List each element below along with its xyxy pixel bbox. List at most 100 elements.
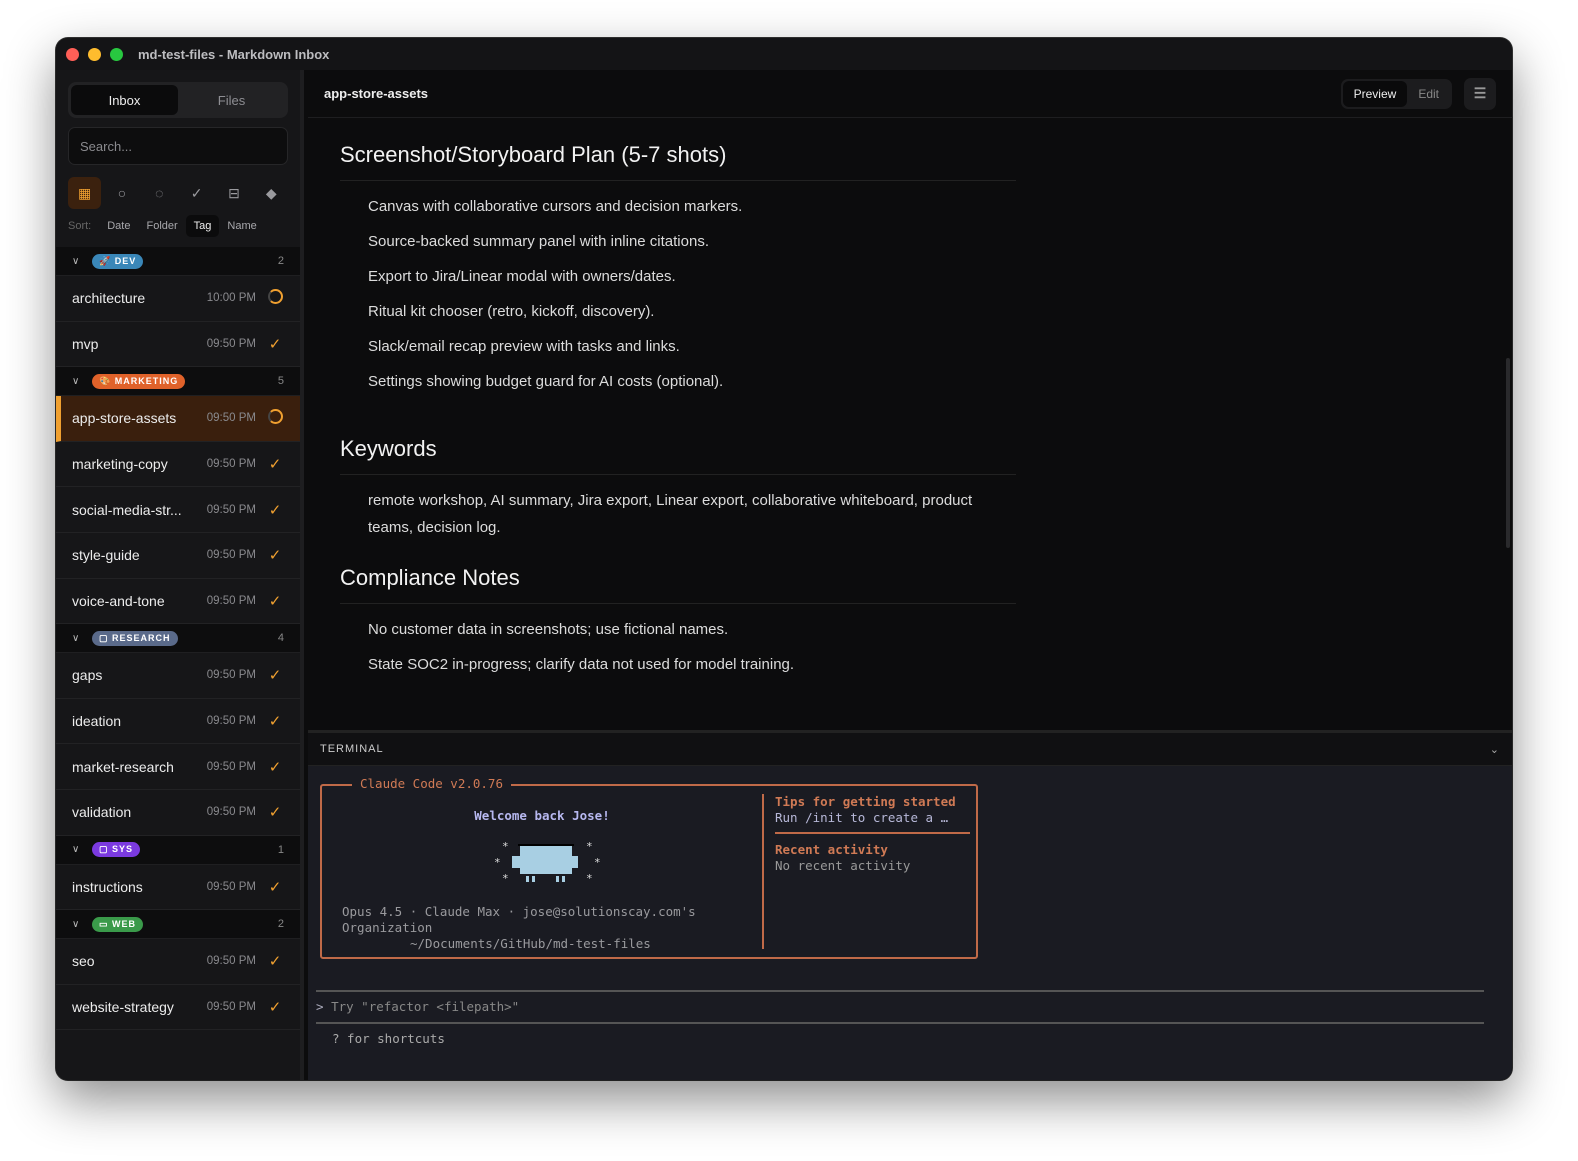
check-icon: ✓ [268,501,282,519]
list-item[interactable]: validation 09:50 PM ✓ [56,790,300,836]
svg-text:*: * [502,840,509,853]
file-name: ideation [72,713,122,730]
file-name: seo [72,953,95,970]
chevron-down-icon[interactable]: ∨ [72,633,92,644]
divider [316,1022,1484,1024]
list-item[interactable]: ideation 09:50 PM ✓ [56,699,300,745]
close-button[interactable] [66,47,79,61]
list-item[interactable]: social-media-str... 09:50 PM ✓ [56,487,300,533]
prompt-placeholder: Try "refactor <filepath>" [331,999,520,1014]
in-progress-icon[interactable]: ◌ [143,177,176,209]
svg-text:*: * [594,856,601,869]
tag-badge: ▢ RESEARCH [92,630,178,646]
file-time: 09:50 PM [206,412,256,425]
archive-icon[interactable]: ⊟ [217,177,250,209]
file-name: market-research [72,758,174,775]
list-item[interactable]: instructions 09:50 PM ✓ [56,865,300,911]
list-item[interactable]: voice-and-tone 09:50 PM ✓ [56,579,300,625]
chevron-down-icon[interactable]: ∨ [72,844,92,855]
group-header-sys[interactable]: ∨ ▢ SYS 1 [56,835,300,865]
list-item[interactable]: style-guide 09:50 PM ✓ [56,533,300,579]
list-item[interactable]: seo 09:50 PM ✓ [56,939,300,985]
sort-date[interactable]: Date [99,215,138,237]
tag-icon: ▢ [99,632,109,643]
check-icon[interactable]: ✓ [180,177,213,209]
list-item[interactable]: marketing-copy 09:50 PM ✓ [56,442,300,488]
file-time: 09:50 PM [206,594,256,607]
main-pane: app-store-assets Preview Edit ☰ Screensh… [308,70,1512,1080]
file-time: 09:50 PM [206,337,256,350]
list-item[interactable]: gaps 09:50 PM ✓ [56,653,300,699]
tab-files[interactable]: Files [178,85,285,115]
sort-label: Sort: [68,220,92,232]
list-item: State SOC2 in-progress; clarify data not… [368,656,795,673]
circle-icon[interactable]: ○ [105,177,138,209]
file-time: 09:50 PM [206,806,256,819]
group-header-dev[interactable]: ∨ 🚀 DEV 2 [56,247,300,276]
list-item[interactable]: architecture 10:00 PM [56,276,300,322]
tag-icon: 🎨 [99,375,112,386]
app-window: md-test-files - Markdown Inbox Inbox Fil… [56,38,1512,1080]
sort-folder[interactable]: Folder [138,215,185,237]
terminal-header: TERMINAL ⌄ [308,733,1512,766]
group-count: 2 [277,918,284,931]
tag-badge: 🚀 DEV [92,253,144,269]
divider [316,990,1484,992]
tag-icon: ▭ [99,918,109,929]
list-item: No customer data in screenshots; use fic… [368,621,729,638]
list-item: Slack/email recap preview with tasks and… [368,338,680,355]
group-header-research[interactable]: ∨ ▢ RESEARCH 4 [56,624,300,654]
file-list: ∨ 🚀 DEV 2 architecture 10:00 PM mvp 09:50 PM ✓ ∨… [56,247,300,1031]
list-item[interactable]: mvp 09:50 PM ✓ [56,322,300,368]
group-header-marketing[interactable]: ∨ 🎨 MARKETING 5 [56,367,300,397]
grid-icon[interactable]: ▦ [68,177,102,209]
terminal-label: TERMINAL [320,743,384,755]
in-progress-icon [266,288,284,308]
zoom-button[interactable] [110,47,123,61]
account-info: Opus 4.5 · Claude Max · jose@solutionsca… [342,904,762,952]
tag-icon: 🚀 [99,255,112,266]
terminal-input[interactable]: > Try "refactor <filepath>" [316,999,519,1014]
sort-tag[interactable]: Tag [185,215,220,237]
box-title: Claude Code v2.0.76 [352,776,511,791]
file-time: 09:50 PM [206,503,256,516]
chevron-down-icon[interactable]: ∨ [72,919,92,930]
divider [762,794,764,949]
list-item: Settings showing budget guard for AI cos… [368,373,724,390]
list-item[interactable]: app-store-assets 09:50 PM [56,396,300,442]
scrollbar[interactable] [1506,358,1510,548]
chevron-down-icon[interactable]: ⌄ [1490,743,1500,756]
heading-keywords: Keywords [340,436,1016,475]
preview-button[interactable]: Preview [1342,80,1408,107]
tag-badge: ▭ WEB [92,916,144,932]
chevron-down-icon[interactable]: ∨ [72,376,92,387]
list-item: Source-backed summary panel with inline … [368,233,709,250]
check-icon: ✓ [268,999,282,1017]
minimize-button[interactable] [88,47,101,61]
tag-icon[interactable]: ◆ [255,177,288,209]
search-input[interactable]: Search... [68,127,288,165]
window-title: md-test-files - Markdown Inbox [138,46,330,62]
tag-label: RESEARCH [112,632,171,643]
keywords-text: remote workshop, AI summary, Jira export… [368,492,973,536]
tag-label: MARKETING [114,375,179,386]
tag-badge: 🎨 MARKETING [92,373,186,389]
document-icon[interactable]: ☰ [1464,77,1496,110]
file-name: marketing-copy [72,456,168,473]
markdown-preview: Screenshot/Storyboard Plan (5-7 shots) C… [308,118,1512,730]
file-name: social-media-str... [72,501,182,518]
list-item: Ritual kit chooser (retro, kickoff, disc… [368,303,655,320]
status-filters: ▦ ○ ◌ ✓ ⊟ ◆ [68,177,288,209]
svg-text:*: * [586,872,593,885]
tab-inbox[interactable]: Inbox [71,85,178,115]
chevron-down-icon[interactable]: ∨ [72,256,92,267]
list-item[interactable]: market-research 09:50 PM ✓ [56,744,300,790]
group-header-web[interactable]: ∨ ▭ WEB 2 [56,910,300,940]
sort-name[interactable]: Name [219,215,264,237]
list-item: Canvas with collaborative cursors and de… [368,198,743,215]
group-count: 4 [277,632,284,645]
edit-button[interactable]: Edit [1407,81,1450,107]
mode-toggle: Preview Edit [1340,78,1452,109]
list-item[interactable]: website-strategy 09:50 PM ✓ [56,985,300,1031]
sort-bar: Sort: Date Folder Tag Name [68,215,288,237]
